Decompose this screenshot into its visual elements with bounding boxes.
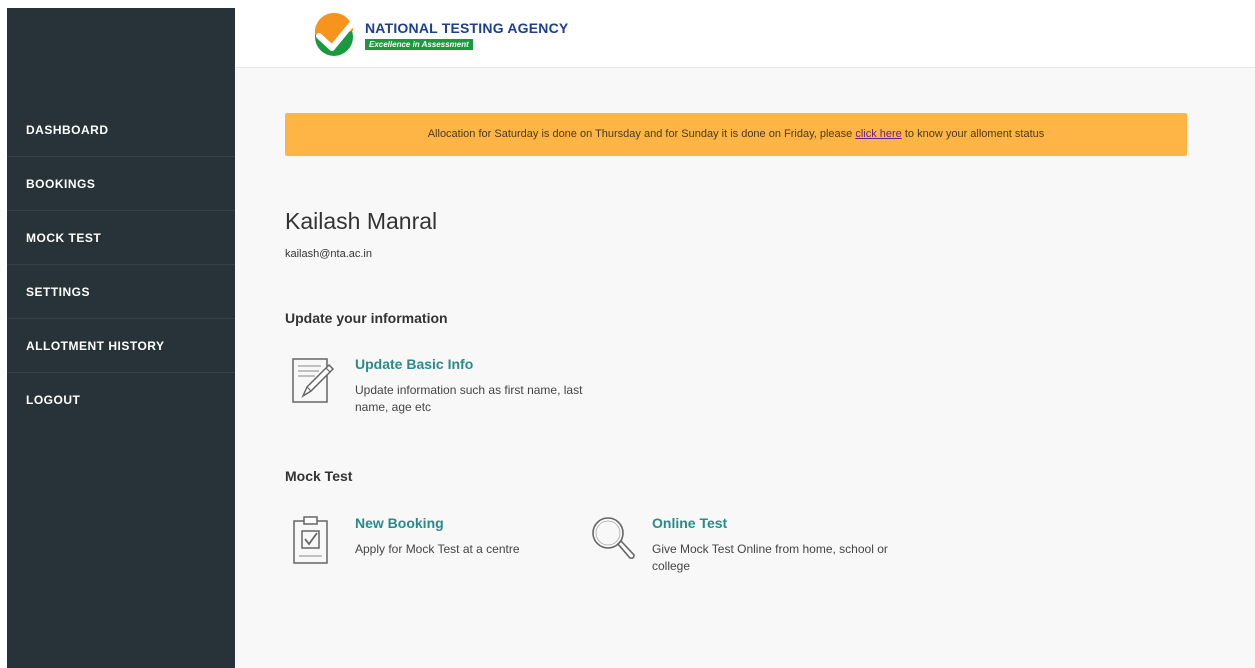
- user-name: Kailash Manral: [285, 208, 438, 234]
- online-test-link[interactable]: Online Test: [652, 515, 727, 531]
- nta-logo[interactable]: NATIONAL TESTING AGENCY Excellence in As…: [311, 12, 568, 63]
- new-booking-description: Apply for Mock Test at a centre: [355, 542, 520, 556]
- clipboard-check-icon: [293, 516, 328, 564]
- main-content: Allocation for Saturday is done on Thurs…: [235, 68, 1255, 668]
- alert-link[interactable]: click here: [855, 128, 901, 140]
- section-title-update-info: Update your information: [285, 310, 448, 326]
- section-title-mock-test: Mock Test: [285, 468, 353, 484]
- update-basic-info-description: Update information such as first name, l…: [355, 383, 583, 414]
- sidebar-item-allotment-history[interactable]: ALLOTMENT HISTORY: [7, 319, 235, 373]
- sidebar-item-settings[interactable]: SETTINGS: [7, 265, 235, 319]
- new-booking-link[interactable]: New Booking: [355, 515, 444, 531]
- online-test-card[interactable]: Online Test Give Mock Test Online from h…: [588, 515, 888, 575]
- new-booking-card[interactable]: New Booking Apply for Mock Test at a cen…: [291, 515, 571, 565]
- nta-logo-icon: [314, 12, 358, 56]
- update-basic-info-link[interactable]: Update Basic Info: [355, 356, 473, 372]
- brand-tagline: Excellence in Assessment: [365, 39, 473, 50]
- update-basic-info-card[interactable]: Update Basic Info Update information suc…: [291, 356, 611, 416]
- sidebar-item-logout[interactable]: LOGOUT: [7, 373, 235, 427]
- online-test-description: Give Mock Test Online from home, school …: [652, 542, 888, 573]
- sidebar-item-bookings[interactable]: BOOKINGS: [7, 157, 235, 211]
- brand-name: NATIONAL TESTING AGENCY: [365, 20, 569, 36]
- edit-document-icon: [292, 358, 335, 403]
- allocation-alert: Allocation for Saturday is done on Thurs…: [285, 113, 1187, 156]
- sidebar-nav: DASHBOARD BOOKINGS MOCK TEST SETTINGS AL…: [7, 103, 235, 427]
- header: NATIONAL TESTING AGENCY Excellence in As…: [235, 0, 1255, 68]
- sidebar: DASHBOARD BOOKINGS MOCK TEST SETTINGS AL…: [7, 8, 235, 668]
- alert-text-after: to know your alloment status: [901, 128, 1045, 140]
- sidebar-item-mock-test[interactable]: MOCK TEST: [7, 211, 235, 265]
- magnifier-icon: [592, 517, 635, 559]
- user-email: kailash@nta.ac.in: [285, 248, 372, 260]
- alert-text-before: Allocation for Saturday is done on Thurs…: [427, 128, 856, 140]
- sidebar-item-dashboard[interactable]: DASHBOARD: [7, 103, 235, 157]
